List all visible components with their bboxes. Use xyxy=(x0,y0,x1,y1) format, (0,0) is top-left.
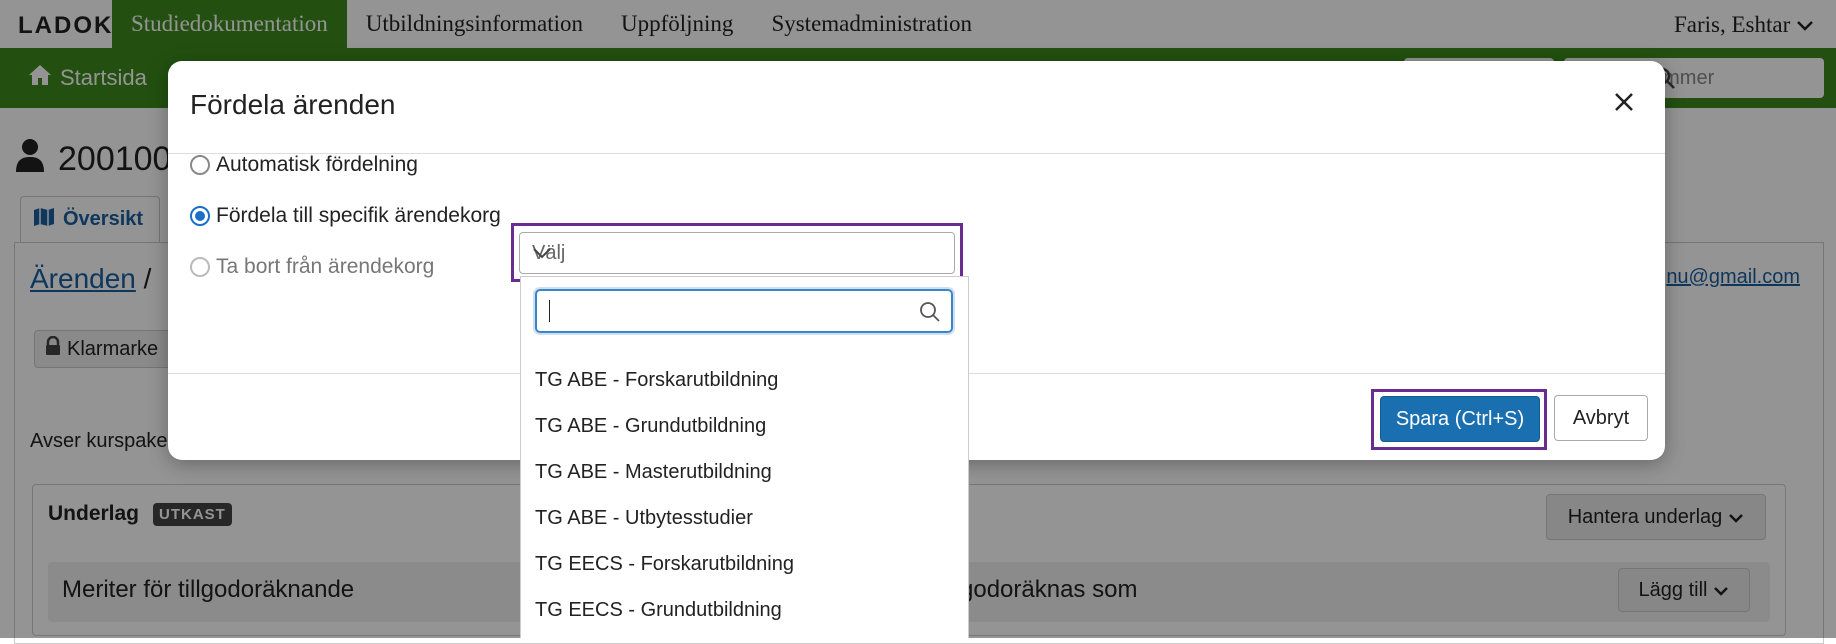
dialog-title: Fördela ärenden xyxy=(190,89,396,120)
save-button[interactable]: Spara (Ctrl+S) xyxy=(1380,396,1540,442)
cancel-button[interactable]: Avbryt xyxy=(1554,395,1648,441)
dropdown-option[interactable]: TG ABE - Masterutbildning xyxy=(521,449,968,495)
dialog-header: Fördela ärenden xyxy=(168,61,1665,154)
arendekorg-dropdown: TG ABE - Forskarutbildning TG ABE - Grun… xyxy=(520,276,969,638)
dropdown-option[interactable]: TG EECS - Forskarutbildning xyxy=(521,541,968,587)
arendekorg-select[interactable]: Välj xyxy=(519,232,955,274)
search-icon xyxy=(919,301,941,328)
radio-label: Ta bort från ärendekorg xyxy=(216,255,435,278)
radio-ta-bort[interactable]: Ta bort från ärendekorg xyxy=(190,255,434,279)
dropdown-option[interactable]: TG ABE - Utbytesstudier xyxy=(521,495,968,541)
radio-automatisk[interactable]: Automatisk fördelning xyxy=(190,153,418,177)
dropdown-options: TG ABE - Forskarutbildning TG ABE - Grun… xyxy=(521,357,968,633)
dropdown-search-input[interactable] xyxy=(535,289,953,333)
radio-label: Fördela till specifik ärendekorg xyxy=(216,204,501,227)
radio-button[interactable] xyxy=(190,155,210,175)
dropdown-option[interactable]: TG ABE - Grundutbildning xyxy=(521,403,968,449)
close-icon[interactable] xyxy=(1613,89,1635,119)
text-caret xyxy=(549,300,550,322)
dropdown-option[interactable]: TG EECS - Grundutbildning xyxy=(521,587,968,633)
radio-label: Automatisk fördelning xyxy=(216,153,418,176)
radio-button-disabled xyxy=(190,257,210,277)
dropdown-option[interactable]: TG ABE - Forskarutbildning xyxy=(521,357,968,403)
chevron-down-icon xyxy=(532,243,944,266)
radio-button-checked[interactable] xyxy=(190,206,210,226)
radio-specifik-korg[interactable]: Fördela till specifik ärendekorg xyxy=(190,204,501,228)
